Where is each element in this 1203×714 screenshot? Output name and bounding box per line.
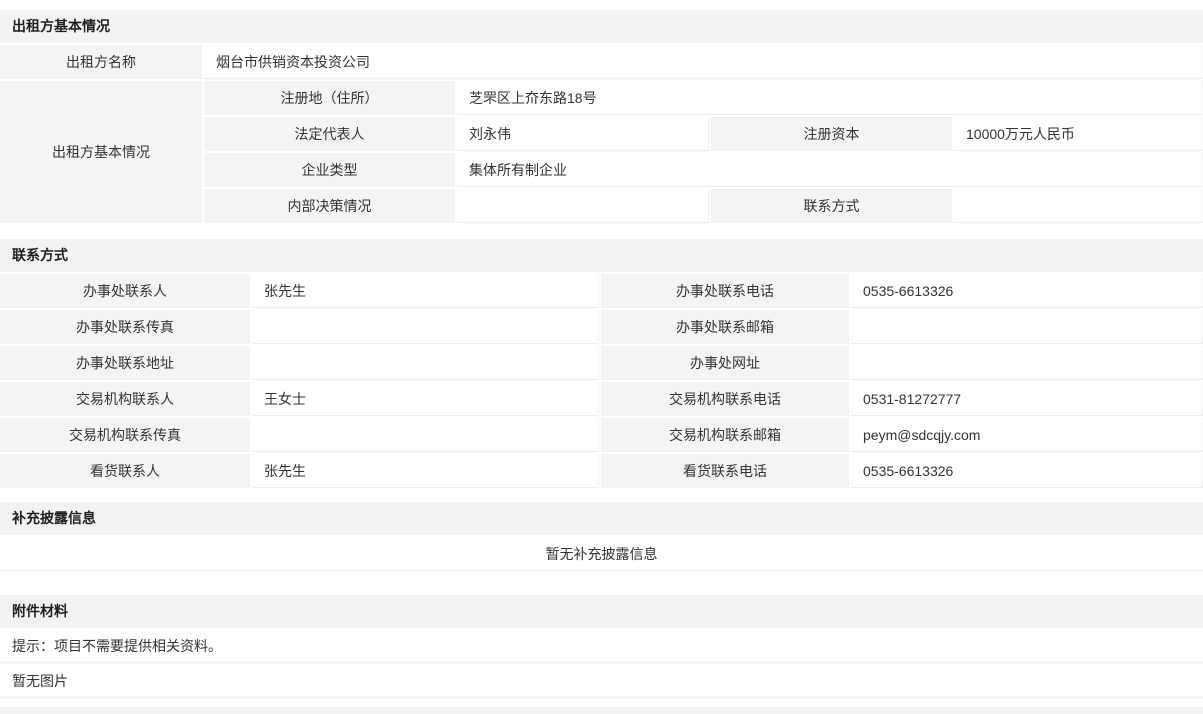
lessor-basic-group: 出租方基本情况 注册地（住所） 芝罘区上夼东路18号 法定代表人 刘永伟 注册资… (0, 81, 1203, 223)
field-value-registered-address: 芝罘区上夼东路18号 (457, 81, 1203, 115)
field-label: 办事处联系电话 (601, 274, 849, 308)
contact-row: 交易机构联系传真 交易机构联系邮箱 peym@sdcqjy.com (0, 418, 1203, 452)
field-label: 看货联系电话 (601, 454, 849, 488)
field-value: 张先生 (252, 274, 599, 308)
field-value: 张先生 (252, 454, 599, 488)
field-value-enterprise-type: 集体所有制企业 (457, 153, 1203, 187)
contact-row: 办事处联系传真 办事处联系邮箱 (0, 310, 1203, 344)
field-label-legal-rep: 法定代表人 (204, 117, 455, 151)
registered-address-row: 注册地（住所） 芝罘区上夼东路18号 (204, 81, 1203, 115)
field-value: peym@sdcqjy.com (851, 418, 1203, 452)
field-label: 办事处联系地址 (0, 346, 250, 380)
field-value-registered-capital: 10000万元人民币 (954, 117, 1203, 151)
attachment-tip: 提示：项目不需要提供相关资料。 (0, 630, 1203, 663)
field-value: 0531-81272777 (851, 382, 1203, 416)
section-header-contact: 联系方式 (0, 239, 1203, 272)
enterprise-type-row: 企业类型 集体所有制企业 (204, 153, 1203, 187)
field-label: 交易机构联系传真 (0, 418, 250, 452)
legal-rep-row: 法定代表人 刘永伟 注册资本 10000万元人民币 (204, 117, 1203, 151)
section-header-supplement: 补充披露信息 (0, 502, 1203, 535)
field-value (851, 310, 1203, 344)
contact-row: 看货联系人 张先生 看货联系电话 0535-6613326 (0, 454, 1203, 488)
contact-row: 交易机构联系人 王女士 交易机构联系电话 0531-81272777 (0, 382, 1203, 416)
contact-row: 办事处联系人 张先生 办事处联系电话 0535-6613326 (0, 274, 1203, 308)
field-value-contact-method (954, 189, 1203, 223)
field-value: 王女士 (252, 382, 599, 416)
page-bottom-bar (0, 707, 1203, 714)
lessor-name-row: 出租方名称 烟台市供销资本投资公司 (0, 45, 1203, 79)
field-value (252, 346, 599, 380)
field-label: 办事处联系传真 (0, 310, 250, 344)
field-label-lessor-name: 出租方名称 (0, 45, 202, 79)
field-value (851, 346, 1203, 380)
field-label-registered-address: 注册地（住所） (204, 81, 455, 115)
field-label: 交易机构联系邮箱 (601, 418, 849, 452)
field-label: 办事处联系人 (0, 274, 250, 308)
attachment-empty-message: 暂无图片 (0, 665, 1203, 698)
group-label-lessor-basic: 出租方基本情况 (0, 81, 202, 223)
field-label: 交易机构联系人 (0, 382, 250, 416)
internal-decision-row: 内部决策情况 联系方式 (204, 189, 1203, 223)
field-value-internal-decision (457, 189, 709, 223)
field-value-legal-rep: 刘永伟 (457, 117, 709, 151)
supplement-empty-message: 暂无补充披露信息 (0, 537, 1203, 571)
field-value: 0535-6613326 (851, 454, 1203, 488)
section-header-lessor-basic: 出租方基本情况 (0, 10, 1203, 43)
page: 出租方基本情况 出租方名称 烟台市供销资本投资公司 出租方基本情况 注册地（住所… (0, 0, 1203, 714)
field-label: 办事处联系邮箱 (601, 310, 849, 344)
field-value-lessor-name: 烟台市供销资本投资公司 (204, 45, 1203, 79)
section-header-attachments: 附件材料 (0, 595, 1203, 628)
field-label-contact-method: 联系方式 (711, 189, 952, 223)
lessor-basic-rows: 注册地（住所） 芝罘区上夼东路18号 法定代表人 刘永伟 注册资本 10000万… (204, 81, 1203, 223)
field-value (252, 418, 599, 452)
field-label: 看货联系人 (0, 454, 250, 488)
field-value (252, 310, 599, 344)
field-value: 0535-6613326 (851, 274, 1203, 308)
contact-row: 办事处联系地址 办事处网址 (0, 346, 1203, 380)
field-label: 交易机构联系电话 (601, 382, 849, 416)
field-label-registered-capital: 注册资本 (711, 117, 952, 151)
field-label-enterprise-type: 企业类型 (204, 153, 455, 187)
field-label-internal-decision: 内部决策情况 (204, 189, 455, 223)
field-label: 办事处网址 (601, 346, 849, 380)
